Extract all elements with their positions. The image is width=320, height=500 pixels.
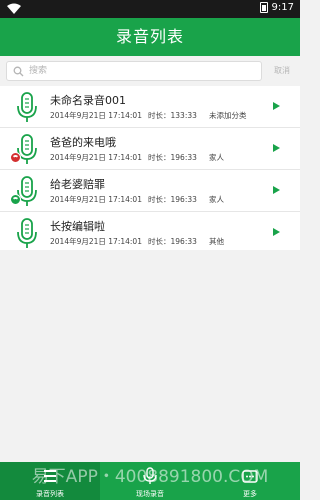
search-icon: [13, 66, 24, 77]
recording-duration: 时长：196:33: [148, 195, 197, 204]
recording-date: 2014年9月21日 17:14:01: [50, 153, 142, 162]
incoming-call-icon: [10, 194, 21, 205]
recording-duration: 时长：133:33: [148, 111, 197, 120]
recording-item[interactable]: 爸爸的来电哦 2014年9月21日 17:14:01 时长：196:33 家人: [0, 128, 300, 170]
tab-label: 现场录音: [136, 490, 164, 498]
recording-date: 2014年9月21日 17:14:01: [50, 237, 142, 246]
battery-icon: [259, 2, 268, 13]
play-icon[interactable]: [273, 144, 280, 152]
recording-item[interactable]: 长按编辑啦 2014年9月21日 17:14:01 时长：196:33 其他: [0, 212, 300, 253]
mic-icon: [17, 92, 37, 122]
cancel-button[interactable]: 取消: [264, 61, 300, 81]
status-time: 9:17: [271, 2, 294, 13]
recording-name: 爸爸的来电哦: [50, 136, 116, 149]
recording-name: 给老婆赔罪: [50, 178, 105, 191]
search-box[interactable]: [6, 61, 262, 81]
search-input[interactable]: [29, 63, 254, 79]
recording-item[interactable]: 给老婆赔罪 2014年9月21日 17:14:01 时长：196:33 家人: [0, 170, 300, 212]
recording-category: 家人: [209, 153, 224, 162]
tab-recording-list[interactable]: 录音列表: [0, 462, 100, 500]
recording-name: 长按编辑啦: [50, 220, 105, 233]
missed-call-icon: [10, 152, 21, 163]
play-icon[interactable]: [273, 228, 280, 236]
tab-label: 录音列表: [36, 490, 64, 498]
recording-item[interactable]: 未命名录音001 2014年9月21日 17:14:01 时长：133:33 未…: [0, 86, 300, 128]
recording-duration: 时长：196:33: [148, 153, 197, 162]
more-icon: [242, 470, 258, 483]
recording-date: 2014年9月21日 17:14:01: [50, 111, 142, 120]
status-bar: 9:17: [0, 0, 300, 18]
tab-live-recording[interactable]: 现场录音: [100, 462, 200, 500]
mic-icon: [17, 218, 37, 248]
recording-category: 家人: [209, 195, 224, 204]
play-icon[interactable]: [273, 102, 280, 110]
list-icon: [44, 470, 56, 482]
tab-bar: 录音列表 现场录音 更多: [0, 462, 300, 500]
recording-category: 其他: [209, 237, 224, 246]
page-title: 录音列表: [0, 18, 300, 56]
wifi-icon: [7, 3, 21, 14]
mic-icon: [143, 467, 157, 484]
tab-more[interactable]: 更多: [200, 462, 300, 500]
tab-label: 更多: [243, 490, 257, 498]
search-bar: 取消: [0, 56, 300, 86]
recording-category: 未添加分类: [209, 111, 247, 120]
recording-name: 未命名录音001: [50, 94, 126, 107]
play-icon[interactable]: [273, 186, 280, 194]
recording-duration: 时长：196:33: [148, 237, 197, 246]
recording-list: 未命名录音001 2014年9月21日 17:14:01 时长：133:33 未…: [0, 86, 300, 250]
recording-date: 2014年9月21日 17:14:01: [50, 195, 142, 204]
